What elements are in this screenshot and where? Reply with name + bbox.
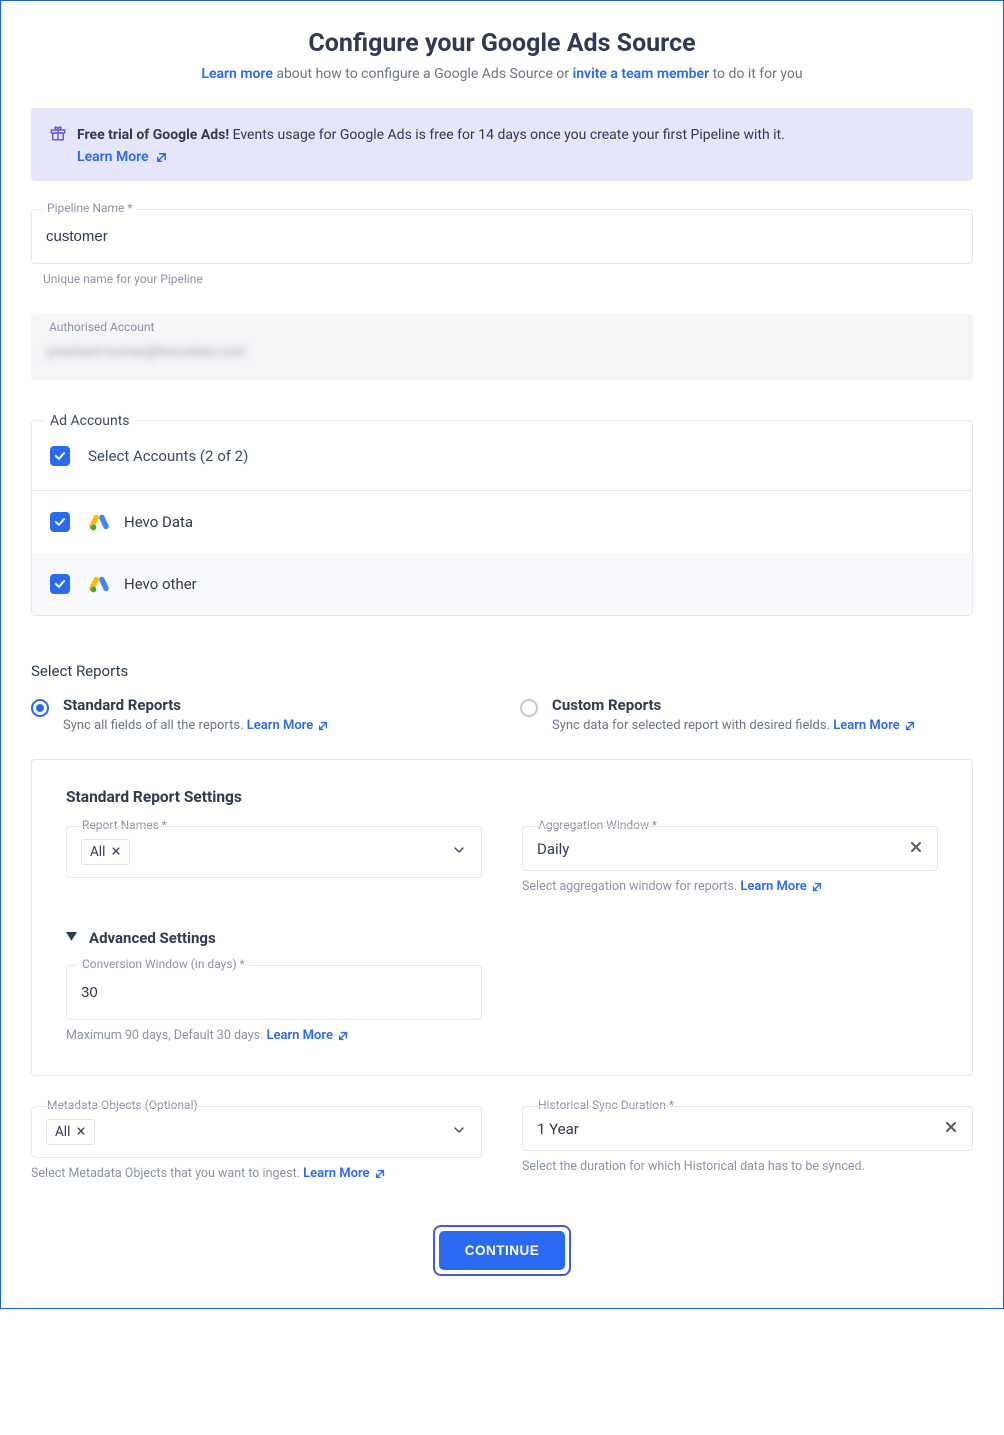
google-ads-icon <box>88 511 110 533</box>
reports-radio-group: Standard Reports Sync all fields of all … <box>31 696 973 733</box>
chevron-down-icon <box>451 1122 467 1142</box>
report-names-field: Report Names * All <box>66 826 482 878</box>
acct-checkbox[interactable] <box>50 512 70 532</box>
subtitle-end-text: to do it for you <box>709 66 802 82</box>
select-all-checkbox[interactable] <box>50 446 70 466</box>
agg-window-select[interactable]: Daily <box>522 826 938 871</box>
metadata-objects-field: Metadata Objects (Optional) All <box>31 1106 482 1158</box>
pipeline-name-label: Pipeline Name * <box>43 201 137 215</box>
historical-sync-select[interactable]: 1 Year <box>522 1106 973 1151</box>
page-title: Configure your Google Ads Source <box>31 29 973 58</box>
clear-hist-icon[interactable] <box>944 1119 958 1138</box>
radio-standard-reports[interactable]: Standard Reports Sync all fields of all … <box>31 696 484 733</box>
acct-row-hevo-other[interactable]: Hevo other <box>32 553 972 615</box>
auth-account-block: Authorised Account prashant.kumar@hevoda… <box>31 314 973 380</box>
ad-accounts-fieldset: Ad Accounts Select Accounts (2 of 2) Hev… <box>31 420 973 616</box>
page-header: Configure your Google Ads Source Learn m… <box>31 29 973 82</box>
metadata-learn-link[interactable]: Learn More <box>303 1166 385 1181</box>
google-ads-icon <box>88 573 110 595</box>
learn-more-link[interactable]: Learn more <box>201 66 272 82</box>
invite-team-link[interactable]: invite a team member <box>573 66 710 82</box>
standard-report-settings-card: Standard Report Settings Report Names * … <box>31 759 973 1076</box>
custom-reports-learn-link[interactable]: Learn More <box>833 718 915 733</box>
metadata-objects-select[interactable]: All <box>31 1106 482 1158</box>
select-value: 1 Year <box>537 1120 579 1138</box>
report-names-chip: All <box>81 839 130 865</box>
metadata-helper: Select Metadata Objects that you want to… <box>31 1166 482 1181</box>
conv-window-helper: Maximum 90 days, Default 30 days. Learn … <box>66 1028 482 1043</box>
select-reports-heading: Select Reports <box>31 662 973 680</box>
select-all-label: Select Accounts (2 of 2) <box>88 447 248 465</box>
pipeline-name-input[interactable] <box>31 209 973 264</box>
pipeline-name-field: Pipeline Name * <box>31 209 973 264</box>
radio-custom-reports[interactable]: Custom Reports Sync data for selected re… <box>520 696 973 733</box>
field-label: Conversion Window (in days) * <box>78 957 249 971</box>
acct-checkbox[interactable] <box>50 574 70 594</box>
select-value: Daily <box>537 840 569 858</box>
actions-row: CONTINUE <box>31 1225 973 1276</box>
configure-source-page: Configure your Google Ads Source Learn m… <box>0 0 1004 1309</box>
gift-icon <box>49 124 67 146</box>
historical-sync-field: Historical Sync Duration * 1 Year <box>522 1106 973 1151</box>
agg-window-field: Aggregation Window * Daily <box>522 826 938 871</box>
agg-window-helper: Select aggregation window for reports. L… <box>522 879 938 894</box>
banner-text: Events usage for Google Ads is free for … <box>229 127 785 143</box>
report-names-select[interactable]: All <box>66 826 482 878</box>
radio-desc: Sync data for selected report with desir… <box>552 718 916 733</box>
conversion-window-field: Conversion Window (in days) * <box>66 965 482 1020</box>
select-all-accounts-row[interactable]: Select Accounts (2 of 2) <box>32 440 972 491</box>
chevron-down-icon <box>451 842 467 862</box>
advanced-title: Advanced Settings <box>89 929 216 947</box>
agg-window-learn-link[interactable]: Learn More <box>740 879 822 894</box>
acct-name: Hevo Data <box>124 513 193 531</box>
acct-row-hevo-data[interactable]: Hevo Data <box>32 491 972 553</box>
banner-title: Free trial of Google Ads! <box>77 127 229 143</box>
radio-icon <box>520 699 538 717</box>
clear-agg-icon[interactable] <box>909 839 923 858</box>
radio-icon <box>31 699 49 717</box>
chip-remove-icon[interactable] <box>111 844 121 860</box>
continue-button[interactable]: CONTINUE <box>439 1231 566 1270</box>
radio-title: Standard Reports <box>63 696 329 714</box>
conversion-window-input[interactable] <box>66 965 482 1020</box>
hist-helper: Select the duration for which Historical… <box>522 1159 973 1174</box>
continue-focus-ring: CONTINUE <box>433 1225 572 1276</box>
advanced-settings-toggle[interactable]: Advanced Settings <box>66 928 938 947</box>
subtitle-text: about how to configure a Google Ads Sour… <box>273 66 573 82</box>
page-subtitle: Learn more about how to configure a Goog… <box>31 66 973 82</box>
radio-desc: Sync all fields of all the reports. Lear… <box>63 718 329 733</box>
pipeline-name-helper: Unique name for your Pipeline <box>43 272 973 286</box>
radio-title: Custom Reports <box>552 696 916 714</box>
free-trial-banner: Free trial of Google Ads! Events usage f… <box>31 108 973 181</box>
chip-remove-icon[interactable] <box>76 1124 86 1140</box>
auth-account-value: prashant.kumar@hevodata.com <box>45 328 246 360</box>
metadata-chip: All <box>46 1119 95 1145</box>
footer-fields: Metadata Objects (Optional) All Select M… <box>31 1106 973 1181</box>
ad-accounts-legend: Ad Accounts <box>44 413 136 429</box>
conv-window-learn-link[interactable]: Learn More <box>266 1028 348 1043</box>
card-title: Standard Report Settings <box>66 788 938 806</box>
std-reports-learn-link[interactable]: Learn More <box>247 718 329 733</box>
triangle-down-icon <box>66 928 77 947</box>
banner-learn-more-link[interactable]: Learn More <box>77 149 168 165</box>
acct-name: Hevo other <box>124 575 197 593</box>
